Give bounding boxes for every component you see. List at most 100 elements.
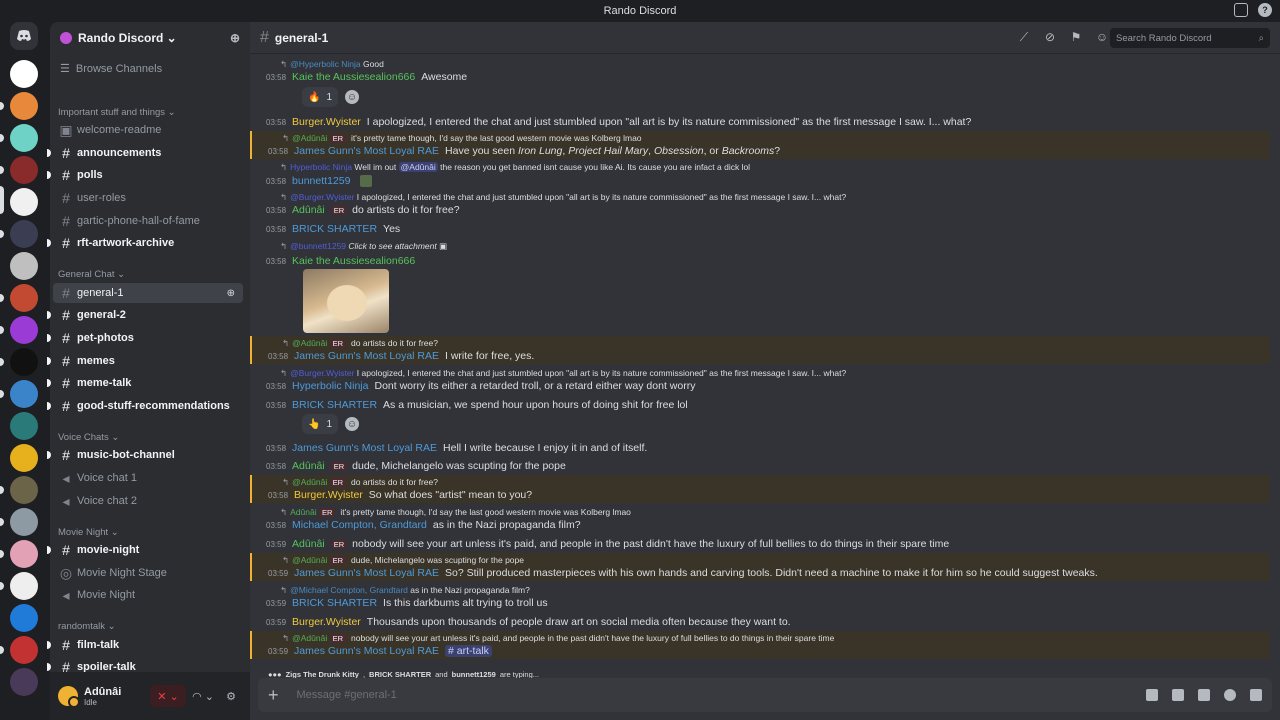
channel-memes[interactable]: # memes xyxy=(47,351,243,371)
server-icon[interactable] xyxy=(10,636,38,664)
channel-film-talk[interactable]: # film-talk xyxy=(47,635,243,655)
reaction[interactable]: 👆 1 xyxy=(302,414,339,434)
server-icon[interactable] xyxy=(10,668,38,696)
author-name[interactable]: Burger.Wyister xyxy=(292,116,361,128)
server-icon[interactable] xyxy=(10,92,38,120)
help-icon[interactable]: ? xyxy=(1258,3,1272,17)
server-icon[interactable] xyxy=(10,348,38,376)
pin-icon[interactable]: ⚑ xyxy=(1068,30,1084,46)
server-icon[interactable] xyxy=(10,572,38,600)
add-member-icon[interactable]: ⊕ xyxy=(227,288,235,299)
gift-icon[interactable] xyxy=(1146,689,1158,701)
author-name[interactable]: Michael Compton, Grandtard xyxy=(292,519,427,531)
add-reaction-icon[interactable]: ☺ xyxy=(345,417,359,431)
reply-preview[interactable]: ↰ Adûnâi ER it's pretty tame though, I'd s… xyxy=(280,507,631,518)
mention[interactable]: @Adûnâi xyxy=(398,162,438,172)
reply-author[interactable]: @Adûnâi xyxy=(292,338,327,348)
server-icon[interactable] xyxy=(10,444,38,472)
author-name[interactable]: James Gunn's Most Loyal RAE xyxy=(294,350,439,362)
server-icon[interactable] xyxy=(10,540,38,568)
author-name[interactable]: Burger.Wyister xyxy=(294,489,363,501)
reply-preview[interactable]: ↰ @Adûnâi ER do artists do it for free? xyxy=(282,338,438,349)
category-randomtalk[interactable]: randomtalk ⌄ xyxy=(58,621,116,632)
channel-gartic-phone-hall-of-fame[interactable]: # gartic-phone-hall-of-fame xyxy=(53,211,243,231)
channel-pet-photos[interactable]: # pet-photos xyxy=(47,328,243,348)
channel-good-stuff-recommendations[interactable]: # good-stuff-recommendations xyxy=(47,396,243,416)
browse-channels[interactable]: ☰ Browse Channels xyxy=(60,62,162,76)
server-icon[interactable] xyxy=(10,284,38,312)
avatar[interactable] xyxy=(58,686,80,708)
author-name[interactable]: Burger.Wyister xyxy=(292,616,361,628)
server-icon[interactable] xyxy=(10,412,38,440)
author-name[interactable]: Hyperbolic Ninja xyxy=(292,380,368,392)
reply-author[interactable]: Hyperbolic Ninja xyxy=(290,162,352,172)
category-voice-chats[interactable]: Voice Chats ⌄ xyxy=(58,432,119,443)
reply-author[interactable]: @Michael Compton, Grandtard xyxy=(290,585,408,595)
author-name[interactable]: BRICK SHARTER xyxy=(292,399,377,411)
sticker-icon[interactable] xyxy=(1198,689,1210,701)
reply-preview[interactable]: ↰ @Burger.Wyister I apologized, I entered… xyxy=(280,368,846,379)
channel-polls[interactable]: # polls xyxy=(47,165,243,185)
reply-author[interactable]: @Burger.Wyister xyxy=(290,368,354,378)
author-name[interactable]: Adûnâi xyxy=(292,538,325,550)
reply-preview[interactable]: ↰ @Adûnâi ER it's pretty tame though, I'd … xyxy=(282,133,642,144)
author-name[interactable]: BRICK SHARTER xyxy=(292,223,377,235)
reply-author[interactable]: @Adûnâi xyxy=(292,555,327,565)
discord-home-button[interactable] xyxy=(10,22,38,50)
reply-author[interactable]: @Adûnâi xyxy=(292,633,327,643)
reply-author[interactable]: @bunnett1259 xyxy=(290,241,346,251)
category-important[interactable]: Important stuff and things ⌄ xyxy=(58,107,176,118)
reply-preview[interactable]: ↰ @Michael Compton, Grandtard as in the N… xyxy=(280,585,530,596)
author-name[interactable]: BRICK SHARTER xyxy=(292,597,377,609)
reply-author[interactable]: @Hyperbolic Ninja xyxy=(290,59,361,69)
server-icon[interactable] xyxy=(10,60,38,88)
server-icon[interactable] xyxy=(10,380,38,408)
channel-music-bot-channel[interactable]: # music-bot-channel xyxy=(47,445,243,465)
emoji-icon[interactable] xyxy=(1224,689,1236,701)
channel-rft-artwork-archive[interactable]: # rft-artwork-archive xyxy=(47,233,243,253)
server-icon[interactable] xyxy=(10,156,38,184)
channel-voice-chat-1[interactable]: ◂ Voice chat 1 xyxy=(53,468,243,488)
reply-preview[interactable]: ↰ @Burger.Wyister I apologized, I entered… xyxy=(280,192,846,203)
reply-author[interactable]: @Adûnâi xyxy=(292,133,327,143)
author-name[interactable]: James Gunn's Most Loyal RAE xyxy=(294,567,439,579)
server-icon-active[interactable] xyxy=(10,188,38,216)
author-name[interactable]: Adûnâi xyxy=(292,460,325,472)
plus-icon[interactable]: + xyxy=(268,685,279,706)
author-name[interactable]: Adûnâi xyxy=(292,204,325,216)
dog-image-attachment[interactable] xyxy=(303,269,389,333)
reaction[interactable]: 🔥 1 xyxy=(302,87,339,107)
channel-user-roles[interactable]: # user-roles xyxy=(53,188,243,208)
mic-muted-icon[interactable]: ✕ ⌄ xyxy=(150,685,186,707)
inbox-icon[interactable] xyxy=(1234,3,1248,17)
channel-welcome-readme[interactable]: ▣ welcome-readme xyxy=(53,120,243,140)
headphones-icon[interactable]: ◠ ⌄ xyxy=(192,685,214,707)
author-name[interactable]: Kaie the Aussiesealion666 xyxy=(292,71,415,83)
settings-icon[interactable]: ⚙ xyxy=(220,685,242,707)
reply-preview[interactable]: ↰ Hyperbolic Ninja Well im out @Adûnâi th… xyxy=(280,162,750,173)
server-icon[interactable] xyxy=(10,220,38,248)
reply-preview[interactable]: ↰ @Hyperbolic Ninja Good xyxy=(280,59,384,70)
message-composer[interactable]: + Message #general-1 xyxy=(258,678,1272,712)
sticker-thumbnail[interactable] xyxy=(360,175,373,187)
author-name[interactable]: James Gunn's Most Loyal RAE xyxy=(294,645,439,657)
channel-general-1[interactable]: # general-1 ⊕ xyxy=(53,283,243,303)
channel-voice-chat-2[interactable]: ◂ Voice chat 2 xyxy=(53,491,243,511)
server-header[interactable]: Rando Discord ⌄ ⊕ xyxy=(50,22,250,54)
category-movie-night[interactable]: Movie Night ⌄ xyxy=(58,527,119,538)
message-input[interactable]: Message #general-1 xyxy=(297,689,397,701)
channel-mention[interactable]: # art-talk xyxy=(445,645,492,657)
server-icon[interactable] xyxy=(10,124,38,152)
add-member-icon[interactable]: ⊕ xyxy=(230,31,240,45)
reply-author[interactable]: Adûnâi xyxy=(290,507,316,517)
author-name[interactable]: bunnett1259 xyxy=(292,175,350,187)
members-icon[interactable]: ☺ xyxy=(1094,30,1110,46)
channel-movie-night-stage[interactable]: ◎ Movie Night Stage xyxy=(53,563,243,583)
mute-icon[interactable]: ⊘ xyxy=(1042,30,1058,46)
channel-general-2[interactable]: # general-2 xyxy=(47,305,243,325)
gif-icon[interactable] xyxy=(1172,689,1184,701)
channel-movie-night[interactable]: # movie-night xyxy=(47,540,243,560)
apps-icon[interactable] xyxy=(1250,689,1262,701)
server-icon[interactable] xyxy=(10,508,38,536)
threads-icon[interactable]: ⟋ xyxy=(1016,30,1032,46)
